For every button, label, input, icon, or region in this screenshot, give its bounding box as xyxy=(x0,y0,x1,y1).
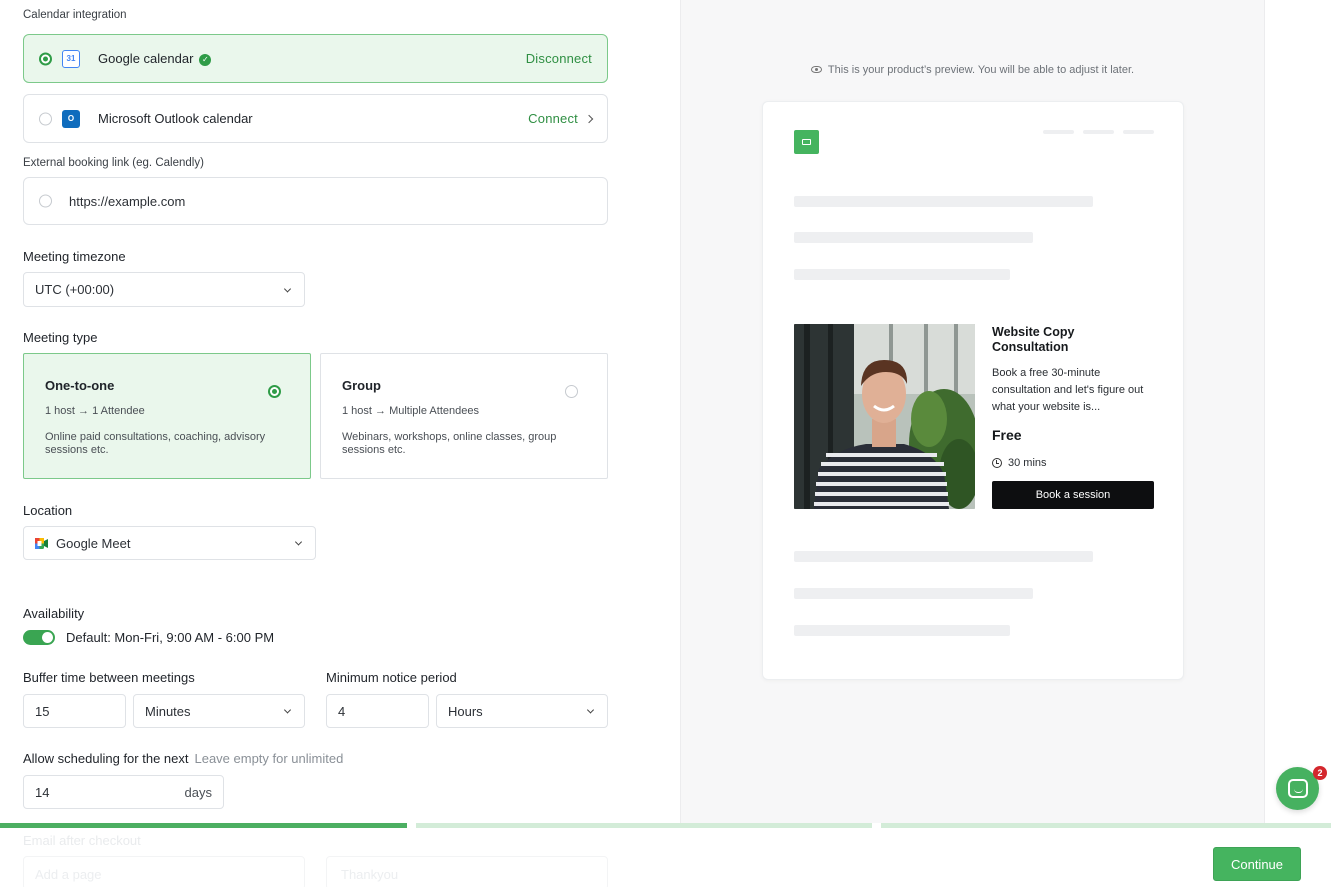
connect-button[interactable]: Connect xyxy=(528,111,594,126)
timezone-label: Meeting timezone xyxy=(23,249,126,264)
scheduling-value: 14 xyxy=(35,784,50,800)
chat-icon xyxy=(1287,779,1308,798)
external-link-radio[interactable] xyxy=(39,194,52,208)
calendar-integration-label: Calendar integration xyxy=(23,9,127,21)
chevron-down-icon xyxy=(283,284,292,293)
location-value: Google Meet xyxy=(56,535,131,551)
hidden-next-select-2: Thankyou xyxy=(326,856,608,887)
availability-value: Default: Mon-Fri, 9:00 AM - 6:00 PM xyxy=(66,630,275,645)
meeting-type-description: Online paid consultations, coaching, adv… xyxy=(45,431,266,456)
timezone-value: UTC (+00:00) xyxy=(35,282,115,297)
clock-icon xyxy=(992,458,1002,468)
continue-button[interactable]: Continue xyxy=(1213,847,1301,881)
buffer-unit-value: Minutes xyxy=(145,703,191,719)
chat-unread-badge: 2 xyxy=(1313,766,1327,780)
meeting-type-title: One-to-one xyxy=(45,378,115,393)
outlook-icon: O xyxy=(62,109,80,128)
notice-unit-select[interactable]: Hours xyxy=(436,694,608,728)
external-link-input[interactable]: https://example.com xyxy=(69,194,185,209)
scheduling-label: Allow scheduling for the next Leave empty… xyxy=(23,751,343,766)
external-link-option[interactable]: https://example.com xyxy=(23,177,608,225)
location-label: Location xyxy=(23,503,73,518)
product-duration: 30 mins xyxy=(992,457,1047,469)
product-price: Free xyxy=(992,427,1022,443)
notice-unit-value: Hours xyxy=(448,703,483,719)
meeting-type-label: Meeting type xyxy=(23,330,98,345)
meeting-type-title: Group xyxy=(342,378,381,393)
scheduling-hint: Leave empty for unlimited xyxy=(194,751,344,766)
outlook-calendar-name: Microsoft Outlook calendar xyxy=(98,111,253,126)
google-calendar-option[interactable]: 31 Google calendar ✓ Disconnect xyxy=(23,34,608,83)
preview-panel: This is your product’s preview. You will… xyxy=(680,0,1265,823)
scheduling-label-text: Allow scheduling for the next xyxy=(23,751,189,766)
hidden-next-select: Add a page xyxy=(23,856,305,887)
outlook-calendar-option[interactable]: O Microsoft Outlook calendar Connect xyxy=(23,94,608,143)
product-title: Website Copy Consultation xyxy=(992,325,1075,354)
chevron-right-icon xyxy=(584,114,594,124)
form-panel: Calendar integration 31 Google calendar ✓… xyxy=(0,0,680,887)
chevron-down-icon xyxy=(586,706,595,714)
scheduling-input[interactable]: 14 days xyxy=(23,775,224,809)
preview-note: This is your product’s preview. You will… xyxy=(681,64,1264,76)
notice-input[interactable]: 4 xyxy=(326,694,429,728)
availability-label: Availability xyxy=(23,606,85,621)
eye-icon xyxy=(810,66,822,73)
buffer-input[interactable]: 15 xyxy=(23,694,126,728)
duration-text: 30 mins xyxy=(1008,457,1047,469)
footer-bar: Email after checkout Add a page Thankyou xyxy=(0,828,1331,887)
nav-placeholder xyxy=(1043,130,1074,134)
product-description: Book a free 30-minute consultation and l… xyxy=(992,367,1144,413)
meeting-type-group[interactable]: Group 1 host → Multiple Attendees Webina… xyxy=(320,353,608,479)
skeleton-line xyxy=(794,588,1033,599)
hidden-next-value: Add a page xyxy=(35,867,102,882)
host-portrait-image xyxy=(794,324,975,509)
meeting-type-one-to-one[interactable]: One-to-one 1 host → 1 Attendee Online pa… xyxy=(23,353,311,479)
nav-placeholder xyxy=(1083,130,1114,134)
location-select[interactable]: Google Meet xyxy=(23,526,316,560)
google-calendar-radio[interactable] xyxy=(39,52,52,65)
skeleton-line xyxy=(794,196,1093,207)
meeting-type-description: Webinars, workshops, online classes, gro… xyxy=(342,431,557,456)
external-link-label: External booking link (eg. Calendly) xyxy=(23,157,204,169)
meeting-type-radio[interactable] xyxy=(268,385,281,398)
timezone-select[interactable]: UTC (+00:00) xyxy=(23,272,305,307)
product-preview-card: Website Copy Consultation Book a free 30… xyxy=(762,101,1184,680)
hidden-next-value-2: Thankyou xyxy=(341,867,399,882)
buffer-label: Buffer time between meetings xyxy=(23,670,195,685)
nav-placeholder xyxy=(1123,130,1154,134)
book-session-button[interactable]: Book a session xyxy=(992,481,1154,509)
google-meet-icon xyxy=(35,537,48,549)
skeleton-line xyxy=(794,232,1033,243)
meeting-type-subtitle: 1 host → 1 Attendee xyxy=(45,405,145,417)
notice-label: Minimum notice period xyxy=(326,670,457,685)
scheduling-unit: days xyxy=(184,784,212,800)
google-calendar-name: Google calendar ✓ xyxy=(98,51,212,66)
hidden-next-label: Email after checkout xyxy=(23,833,141,848)
preview-note-text: This is your product’s preview. You will… xyxy=(827,64,1135,76)
disconnect-button[interactable]: Disconnect xyxy=(526,51,592,66)
skeleton-line xyxy=(794,625,1010,636)
skeleton-line xyxy=(794,551,1093,562)
google-calendar-icon: 31 xyxy=(62,49,80,68)
store-logo-icon xyxy=(794,130,819,154)
meeting-type-radio[interactable] xyxy=(565,385,578,398)
meeting-type-subtitle: 1 host → Multiple Attendees xyxy=(342,405,479,417)
chevron-down-icon xyxy=(283,706,292,714)
connected-check-icon: ✓ xyxy=(199,53,212,66)
skeleton-line xyxy=(794,269,1010,280)
outlook-calendar-radio[interactable] xyxy=(39,112,52,125)
buffer-unit-select[interactable]: Minutes xyxy=(133,694,305,728)
availability-toggle[interactable] xyxy=(23,630,55,645)
chevron-down-icon xyxy=(294,538,303,546)
product-photo xyxy=(794,324,975,509)
